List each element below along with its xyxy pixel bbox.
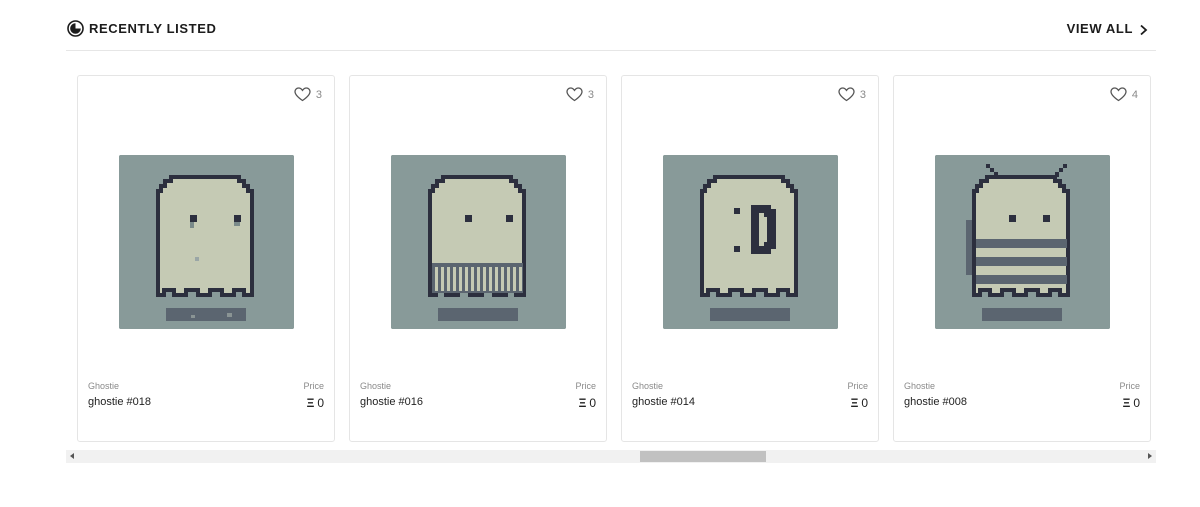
price-value: Ξ 0 xyxy=(851,396,868,410)
ethereum-icon: Ξ xyxy=(850,396,859,410)
nft-card[interactable]: 3 Ghostie ghostie #016 Price Ξ 0 xyxy=(349,75,607,442)
clock-icon xyxy=(67,20,84,37)
nft-image[interactable] xyxy=(663,155,838,329)
ghost-sweater-art xyxy=(391,155,566,329)
item-name[interactable]: ghostie #014 xyxy=(632,396,695,408)
heart-icon[interactable] xyxy=(838,87,855,102)
horizontal-scrollbar[interactable] xyxy=(66,450,1156,463)
chevron-right-icon[interactable] xyxy=(1139,23,1148,35)
price-label: Price xyxy=(575,381,596,391)
nft-image[interactable] xyxy=(935,155,1110,329)
heart-icon[interactable] xyxy=(294,87,311,102)
ethereum-icon: Ξ xyxy=(578,396,587,410)
price-label: Price xyxy=(1119,381,1140,391)
item-name[interactable]: ghostie #008 xyxy=(904,396,967,408)
card-carousel: 3 Ghostie ghostie #018 Price Ξ 0 3 Ghost… xyxy=(77,75,1157,442)
ethereum-icon: Ξ xyxy=(1122,396,1131,410)
collection-name: Ghostie xyxy=(360,381,392,391)
price-amount: 0 xyxy=(317,396,324,410)
collection-name: Ghostie xyxy=(904,381,936,391)
price-amount: 0 xyxy=(1133,396,1140,410)
price-value: Ξ 0 xyxy=(307,396,324,410)
view-all-label[interactable]: VIEW ALL xyxy=(1067,21,1133,36)
price-value: Ξ 0 xyxy=(1123,396,1140,410)
section-title: RECENTLY LISTED xyxy=(89,21,217,36)
collection-name: Ghostie xyxy=(88,381,120,391)
nft-card[interactable]: 3 Ghostie ghostie #018 Price Ξ 0 xyxy=(77,75,335,442)
nft-card[interactable]: 3 Ghostie ghostie #014 Price Ξ 0 xyxy=(621,75,879,442)
price-amount: 0 xyxy=(861,396,868,410)
like-button[interactable]: 4 xyxy=(1110,87,1138,102)
nft-image[interactable] xyxy=(391,155,566,329)
like-count: 4 xyxy=(1131,88,1138,101)
heart-icon[interactable] xyxy=(566,87,583,102)
ghost-smile-art xyxy=(663,155,838,329)
ghost-plain-art xyxy=(119,155,294,329)
scroll-right-arrow[interactable] xyxy=(1143,450,1156,463)
section-title-group: RECENTLY LISTED xyxy=(67,20,216,37)
like-button[interactable]: 3 xyxy=(566,87,594,102)
like-count: 3 xyxy=(587,88,594,101)
nft-card[interactable]: 4 Ghostie ghostie #008 Price Ξ 0 xyxy=(893,75,1151,442)
like-button[interactable]: 3 xyxy=(838,87,866,102)
scroll-left-arrow[interactable] xyxy=(66,450,79,463)
collection-name: Ghostie xyxy=(632,381,664,391)
price-label: Price xyxy=(303,381,324,391)
like-count: 3 xyxy=(315,88,322,101)
item-name[interactable]: ghostie #018 xyxy=(88,396,151,408)
ethereum-icon: Ξ xyxy=(306,396,315,410)
heart-icon[interactable] xyxy=(1110,87,1127,102)
item-name[interactable]: ghostie #016 xyxy=(360,396,423,408)
like-count: 3 xyxy=(859,88,866,101)
section-header: RECENTLY LISTED VIEW ALL xyxy=(66,0,1156,51)
scrollbar-thumb[interactable] xyxy=(640,451,766,462)
price-amount: 0 xyxy=(589,396,596,410)
ghost-bee-art xyxy=(935,155,1110,329)
price-value: Ξ 0 xyxy=(579,396,596,410)
like-button[interactable]: 3 xyxy=(294,87,322,102)
price-label: Price xyxy=(847,381,868,391)
view-all-link[interactable]: VIEW ALL xyxy=(1067,21,1148,36)
recently-listed-section: RECENTLY LISTED VIEW ALL 3 Ghostie ghost… xyxy=(66,0,1156,507)
nft-image[interactable] xyxy=(119,155,294,329)
